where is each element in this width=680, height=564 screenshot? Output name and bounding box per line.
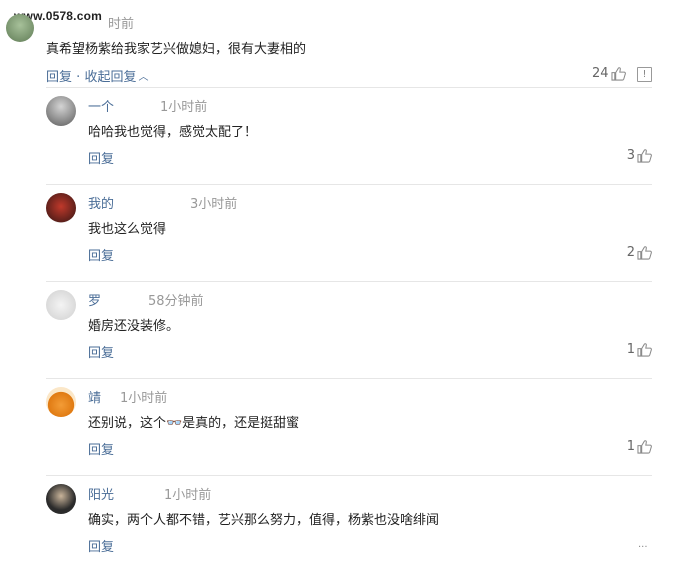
reply-item: 我的 3小时前 我也这么觉得 回复 2	[46, 184, 652, 282]
comment-actions: 回复 · 收起回复 ︿	[46, 66, 148, 85]
thumbs-up-icon	[637, 439, 652, 454]
reply-button[interactable]: 回复	[88, 536, 114, 555]
avatar[interactable]	[46, 96, 76, 126]
like-button[interactable]: 3	[627, 148, 652, 163]
reply-time: 3小时前	[190, 197, 238, 212]
reply-button[interactable]: 回复	[88, 245, 114, 264]
reply-time: 1小时前	[120, 391, 168, 406]
like-count: 24	[592, 66, 609, 81]
reply-time: 1小时前	[160, 100, 208, 115]
like-count: 2	[626, 245, 635, 260]
avatar[interactable]	[6, 14, 34, 42]
reply-time: 58分钟前	[148, 294, 204, 309]
like-count: 3	[626, 148, 635, 163]
like-button[interactable]: 24	[592, 66, 626, 81]
reply-item: 靖 1小时前 还别说，这个👓是真的，还是挺甜蜜 回复 1	[46, 378, 652, 476]
thumbs-up-icon	[637, 148, 652, 163]
reply-author[interactable]: 阳光	[88, 484, 114, 503]
chevron-up-icon: ︿	[138, 72, 149, 83]
thumbs-up-icon	[611, 66, 626, 81]
reply-text: 哈哈我也觉得，感觉太配了！	[88, 125, 258, 140]
avatar[interactable]	[46, 484, 76, 514]
collapse-replies-button[interactable]: 收起回复 ︿	[84, 70, 148, 85]
like-button[interactable]: 1	[627, 342, 652, 357]
reply-text: 还别说，这个👓是真的，还是挺甜蜜	[88, 416, 300, 431]
more-icon[interactable]: ···	[638, 542, 648, 553]
comment-time: 时前	[108, 17, 135, 32]
reply-item: 一个 1小时前 哈哈我也觉得，感觉太配了！ 回复 3	[46, 87, 652, 185]
separator: ·	[76, 70, 81, 85]
avatar[interactable]	[46, 193, 76, 223]
thumbs-up-icon	[637, 342, 652, 357]
avatar[interactable]	[46, 290, 76, 320]
report-icon[interactable]: !	[637, 67, 652, 82]
reply-time: 1小时前	[164, 488, 212, 503]
reply-text: 确实，两个人都不错，艺兴那么努力，值得，杨紫也没啥绯闻	[88, 513, 440, 528]
reply-item: 罗 58分钟前 婚房还没装修。 回复 1	[46, 281, 652, 379]
avatar[interactable]	[46, 387, 76, 417]
like-button[interactable]: 1	[627, 439, 652, 454]
reply-button[interactable]: 回复	[88, 439, 114, 458]
reply-author[interactable]: 靖	[88, 387, 101, 406]
thumbs-up-icon	[637, 245, 652, 260]
comment-text: 真希望杨紫给我家艺兴做媳妇，很有大妻相的	[46, 42, 307, 57]
like-count: 1	[626, 439, 635, 454]
reply-button[interactable]: 回复	[88, 342, 114, 361]
reply-button[interactable]: 回复	[88, 148, 114, 167]
like-count: 1	[626, 342, 635, 357]
collapse-replies-label: 收起回复	[84, 70, 137, 85]
reply-text: 婚房还没装修。	[88, 319, 180, 334]
reply-author[interactable]: 我的	[88, 193, 114, 212]
reply-item: 阳光 1小时前 确实，两个人都不错，艺兴那么努力，值得，杨紫也没啥绯闻 回复	[46, 475, 652, 564]
like-button[interactable]: 2	[627, 245, 652, 260]
reply-author[interactable]: 一个	[88, 96, 114, 115]
reply-author[interactable]: 罗	[88, 290, 101, 309]
reply-button[interactable]: 回复	[46, 70, 72, 85]
reply-text: 我也这么觉得	[88, 222, 167, 237]
